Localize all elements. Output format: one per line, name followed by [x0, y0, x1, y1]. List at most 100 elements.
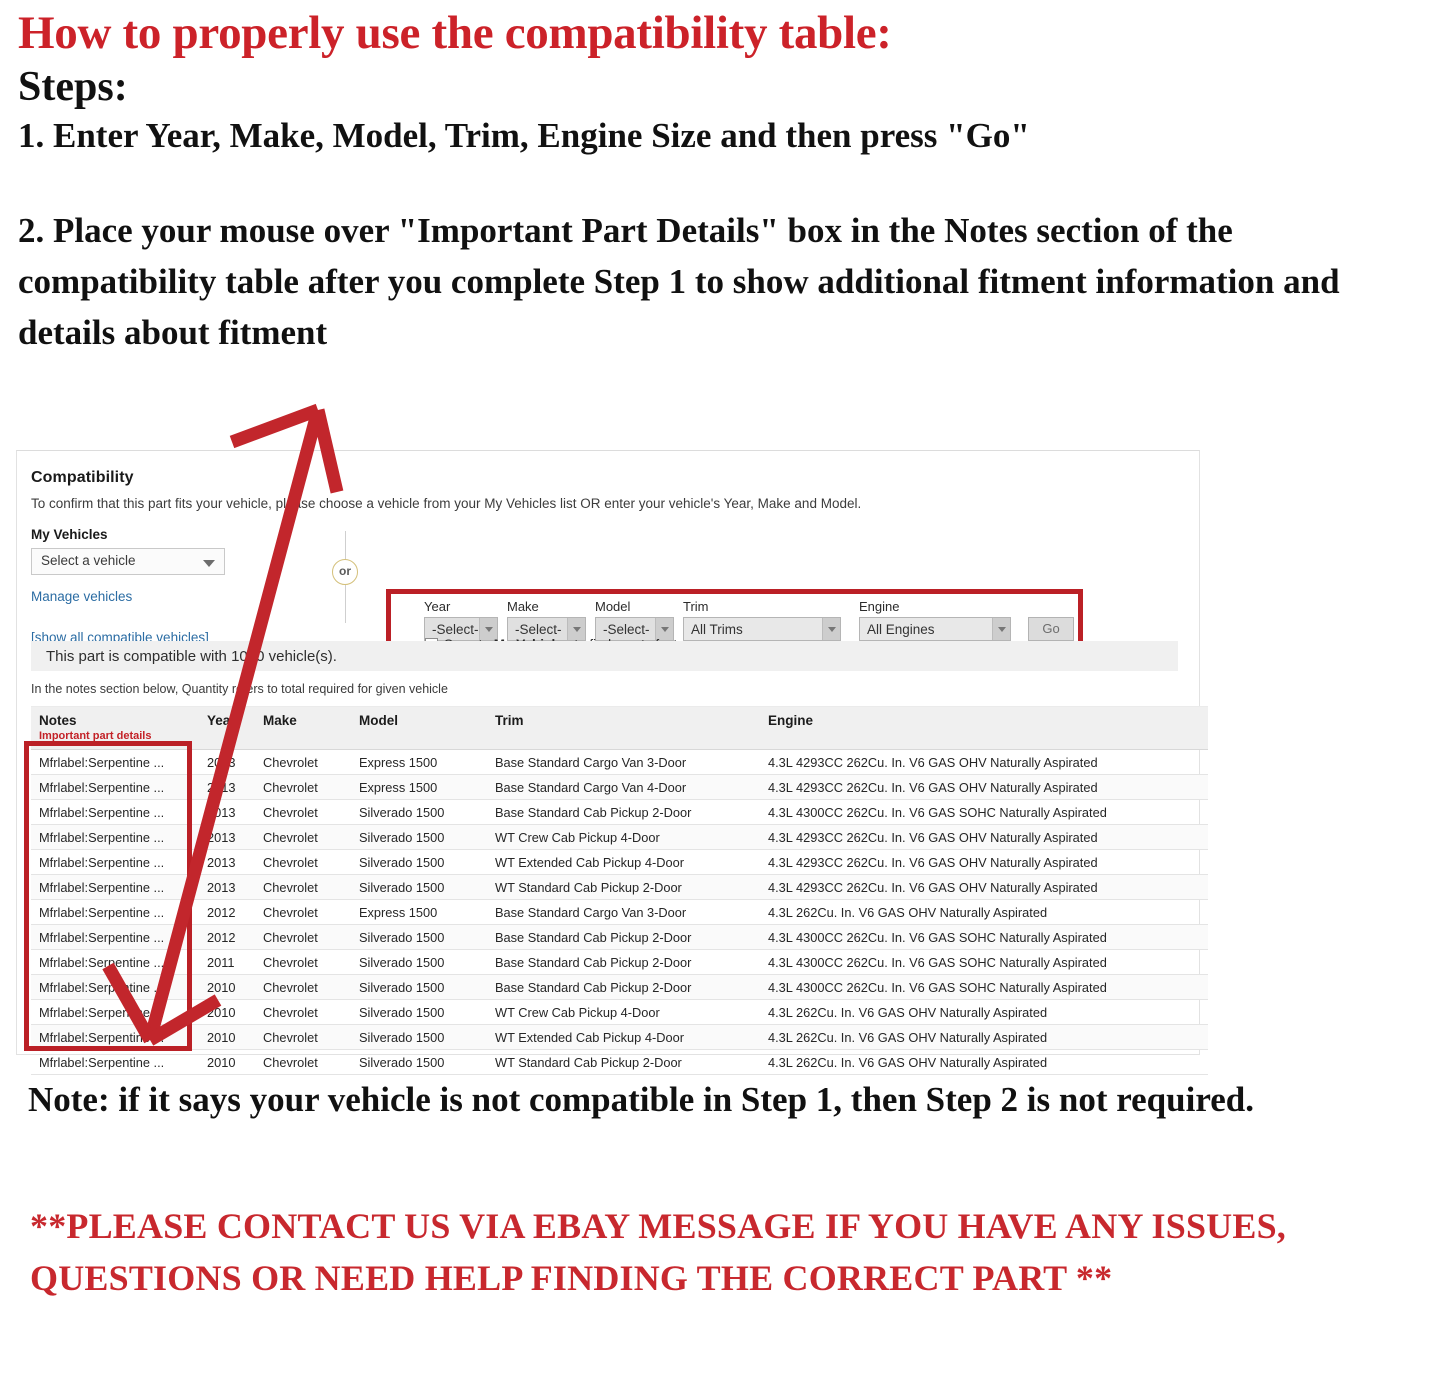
cell-model: Silverado 1500	[351, 999, 487, 1025]
cell-make: Chevrolet	[255, 849, 351, 875]
cell-engine: 4.3L 4293CC 262Cu. In. V6 GAS OHV Natura…	[760, 774, 1208, 800]
cell-trim: Base Standard Cargo Van 3-Door	[487, 749, 760, 775]
cell-year: 2010	[199, 1024, 255, 1050]
cell-make: Chevrolet	[255, 999, 351, 1025]
cell-model: Silverado 1500	[351, 824, 487, 850]
table-row: Mfrlabel:Serpentine ... 2010 Chevrolet Silv…	[31, 974, 1208, 1000]
table-row: Mfrlabel:Serpentine ... 2013 Chevrolet Silv…	[31, 824, 1208, 850]
header-notes-label: Notes	[39, 713, 77, 728]
cell-engine: 4.3L 4293CC 262Cu. In. V6 GAS OHV Natura…	[760, 849, 1208, 875]
compatibility-table: Notes Important part details Year Make M…	[31, 706, 1208, 1075]
cell-model: Silverado 1500	[351, 974, 487, 1000]
cell-trim: Base Standard Cargo Van 4-Door	[487, 774, 760, 800]
footer-note: Note: if it says your vehicle is not com…	[28, 1080, 1254, 1119]
cell-make: Chevrolet	[255, 899, 351, 925]
compatibility-subheading: To confirm that this part fits your vehi…	[31, 496, 862, 511]
compatible-count-banner: This part is compatible with 1000 vehicl…	[31, 641, 1178, 671]
step-2-text: 2. Place your mouse over "Important Part…	[18, 211, 1340, 352]
table-header-row: Notes Important part details Year Make M…	[31, 706, 1208, 750]
cell-notes: Mfrlabel:Serpentine ...	[31, 799, 199, 825]
cell-model: Silverado 1500	[351, 799, 487, 825]
cell-engine: 4.3L 4293CC 262Cu. In. V6 GAS OHV Natura…	[760, 749, 1208, 775]
table-row: Mfrlabel:Serpentine ... 2013 Chevrolet Silv…	[31, 799, 1208, 825]
cell-make: Chevrolet	[255, 924, 351, 950]
cell-model: Silverado 1500	[351, 849, 487, 875]
model-select-value: -Select-	[603, 621, 650, 637]
header-engine: Engine	[760, 706, 1208, 750]
manage-vehicles-link[interactable]: Manage vehicles	[31, 589, 281, 604]
cell-model: Silverado 1500	[351, 1049, 487, 1075]
cell-engine: 4.3L 4300CC 262Cu. In. V6 GAS SOHC Natur…	[760, 974, 1208, 1000]
cell-make: Chevrolet	[255, 874, 351, 900]
cell-notes: Mfrlabel:Serpentine ...	[31, 1049, 199, 1075]
chevron-down-icon	[203, 560, 215, 567]
cell-trim: Base Standard Cargo Van 3-Door	[487, 899, 760, 925]
compatibility-heading: Compatibility	[31, 469, 134, 486]
cell-trim: Base Standard Cab Pickup 2-Door	[487, 974, 760, 1000]
cell-make: Chevrolet	[255, 1049, 351, 1075]
or-divider: or	[328, 531, 364, 623]
cell-make: Chevrolet	[255, 974, 351, 1000]
cell-trim: WT Extended Cab Pickup 4-Door	[487, 1024, 760, 1050]
cell-make: Chevrolet	[255, 824, 351, 850]
cell-make: Chevrolet	[255, 1024, 351, 1050]
step-1-text: 1. Enter Year, Make, Model, Trim, Engine…	[18, 116, 1030, 156]
cell-notes: Mfrlabel:Serpentine ...	[31, 899, 199, 925]
go-button[interactable]: Go	[1028, 617, 1074, 641]
compatible-count-text: This part is compatible with 1000 vehicl…	[46, 647, 337, 665]
cell-year: 2010	[199, 1049, 255, 1075]
engine-select[interactable]: All Engines	[859, 617, 1011, 641]
engine-label: Engine	[859, 599, 900, 614]
cell-year: 2011	[199, 949, 255, 975]
cell-notes: Mfrlabel:Serpentine ...	[31, 874, 199, 900]
trim-select-value: All Trims	[691, 621, 743, 637]
cell-notes: Mfrlabel:Serpentine ...	[31, 749, 199, 775]
trim-select[interactable]: All Trims	[683, 617, 841, 641]
cell-engine: 4.3L 262Cu. In. V6 GAS OHV Naturally Asp…	[760, 1024, 1208, 1050]
cell-year: 2010	[199, 974, 255, 1000]
table-row: Mfrlabel:Serpentine ... 2013 Chevrolet Silv…	[31, 874, 1208, 900]
header-model: Model	[351, 706, 487, 750]
table-row: Mfrlabel:Serpentine ... 2010 Chevrolet Silv…	[31, 999, 1208, 1025]
my-vehicles-label: My Vehicles	[31, 527, 108, 542]
table-row: Mfrlabel:Serpentine ... 2010 Chevrolet Silv…	[31, 1024, 1208, 1050]
cell-model: Silverado 1500	[351, 1024, 487, 1050]
cell-model: Express 1500	[351, 774, 487, 800]
compatibility-table-body: Mfrlabel:Serpentine ... 2013 Chevrolet Expr…	[31, 749, 1208, 1075]
vehicle-selector-row: Year -Select- Make -Select- Model -Selec…	[424, 599, 1074, 641]
steps-label: Steps:	[18, 64, 128, 110]
cell-year: 2010	[199, 999, 255, 1025]
header-trim: Trim	[487, 706, 760, 750]
cell-year: 2013	[199, 749, 255, 775]
cell-year: 2013	[199, 799, 255, 825]
header-year: Year	[199, 706, 255, 750]
table-row: Mfrlabel:Serpentine ... 2011 Chevrolet Silv…	[31, 949, 1208, 975]
cell-year: 2013	[199, 824, 255, 850]
cell-engine: 4.3L 262Cu. In. V6 GAS OHV Naturally Asp…	[760, 899, 1208, 925]
cell-trim: WT Crew Cab Pickup 4-Door	[487, 999, 760, 1025]
cell-make: Chevrolet	[255, 799, 351, 825]
my-vehicles-column: My Vehicles Select a vehicle Manage vehi…	[31, 527, 281, 645]
compatibility-panel: Compatibility To confirm that this part …	[16, 450, 1208, 1075]
trim-label: Trim	[683, 599, 709, 614]
page-title: How to properly use the compatibility ta…	[18, 7, 892, 59]
cell-year: 2013	[199, 774, 255, 800]
vehicle-select-dropdown[interactable]: Select a vehicle	[31, 548, 225, 575]
cell-year: 2012	[199, 899, 255, 925]
engine-select-value: All Engines	[867, 621, 935, 637]
table-row: Mfrlabel:Serpentine ... 2013 Chevrolet Expr…	[31, 749, 1208, 775]
footer-contact: **PLEASE CONTACT US VIA EBAY MESSAGE IF …	[30, 1206, 1287, 1299]
model-label: Model	[595, 599, 631, 614]
cell-make: Chevrolet	[255, 774, 351, 800]
cell-year: 2013	[199, 874, 255, 900]
cell-model: Express 1500	[351, 749, 487, 775]
cell-notes: Mfrlabel:Serpentine ...	[31, 999, 199, 1025]
table-row: Mfrlabel:Serpentine ... 2012 Chevrolet Expr…	[31, 899, 1208, 925]
cell-trim: WT Standard Cab Pickup 2-Door	[487, 1049, 760, 1075]
or-divider-label: or	[332, 559, 358, 585]
trim-select-group: Trim All Trims	[683, 599, 841, 641]
cell-engine: 4.3L 4293CC 262Cu. In. V6 GAS OHV Natura…	[760, 824, 1208, 850]
instruction-graphic: How to properly use the compatibility ta…	[0, 0, 1445, 1393]
table-row: Mfrlabel:Serpentine ... 2013 Chevrolet Expr…	[31, 774, 1208, 800]
header-notes: Notes Important part details	[31, 706, 199, 750]
